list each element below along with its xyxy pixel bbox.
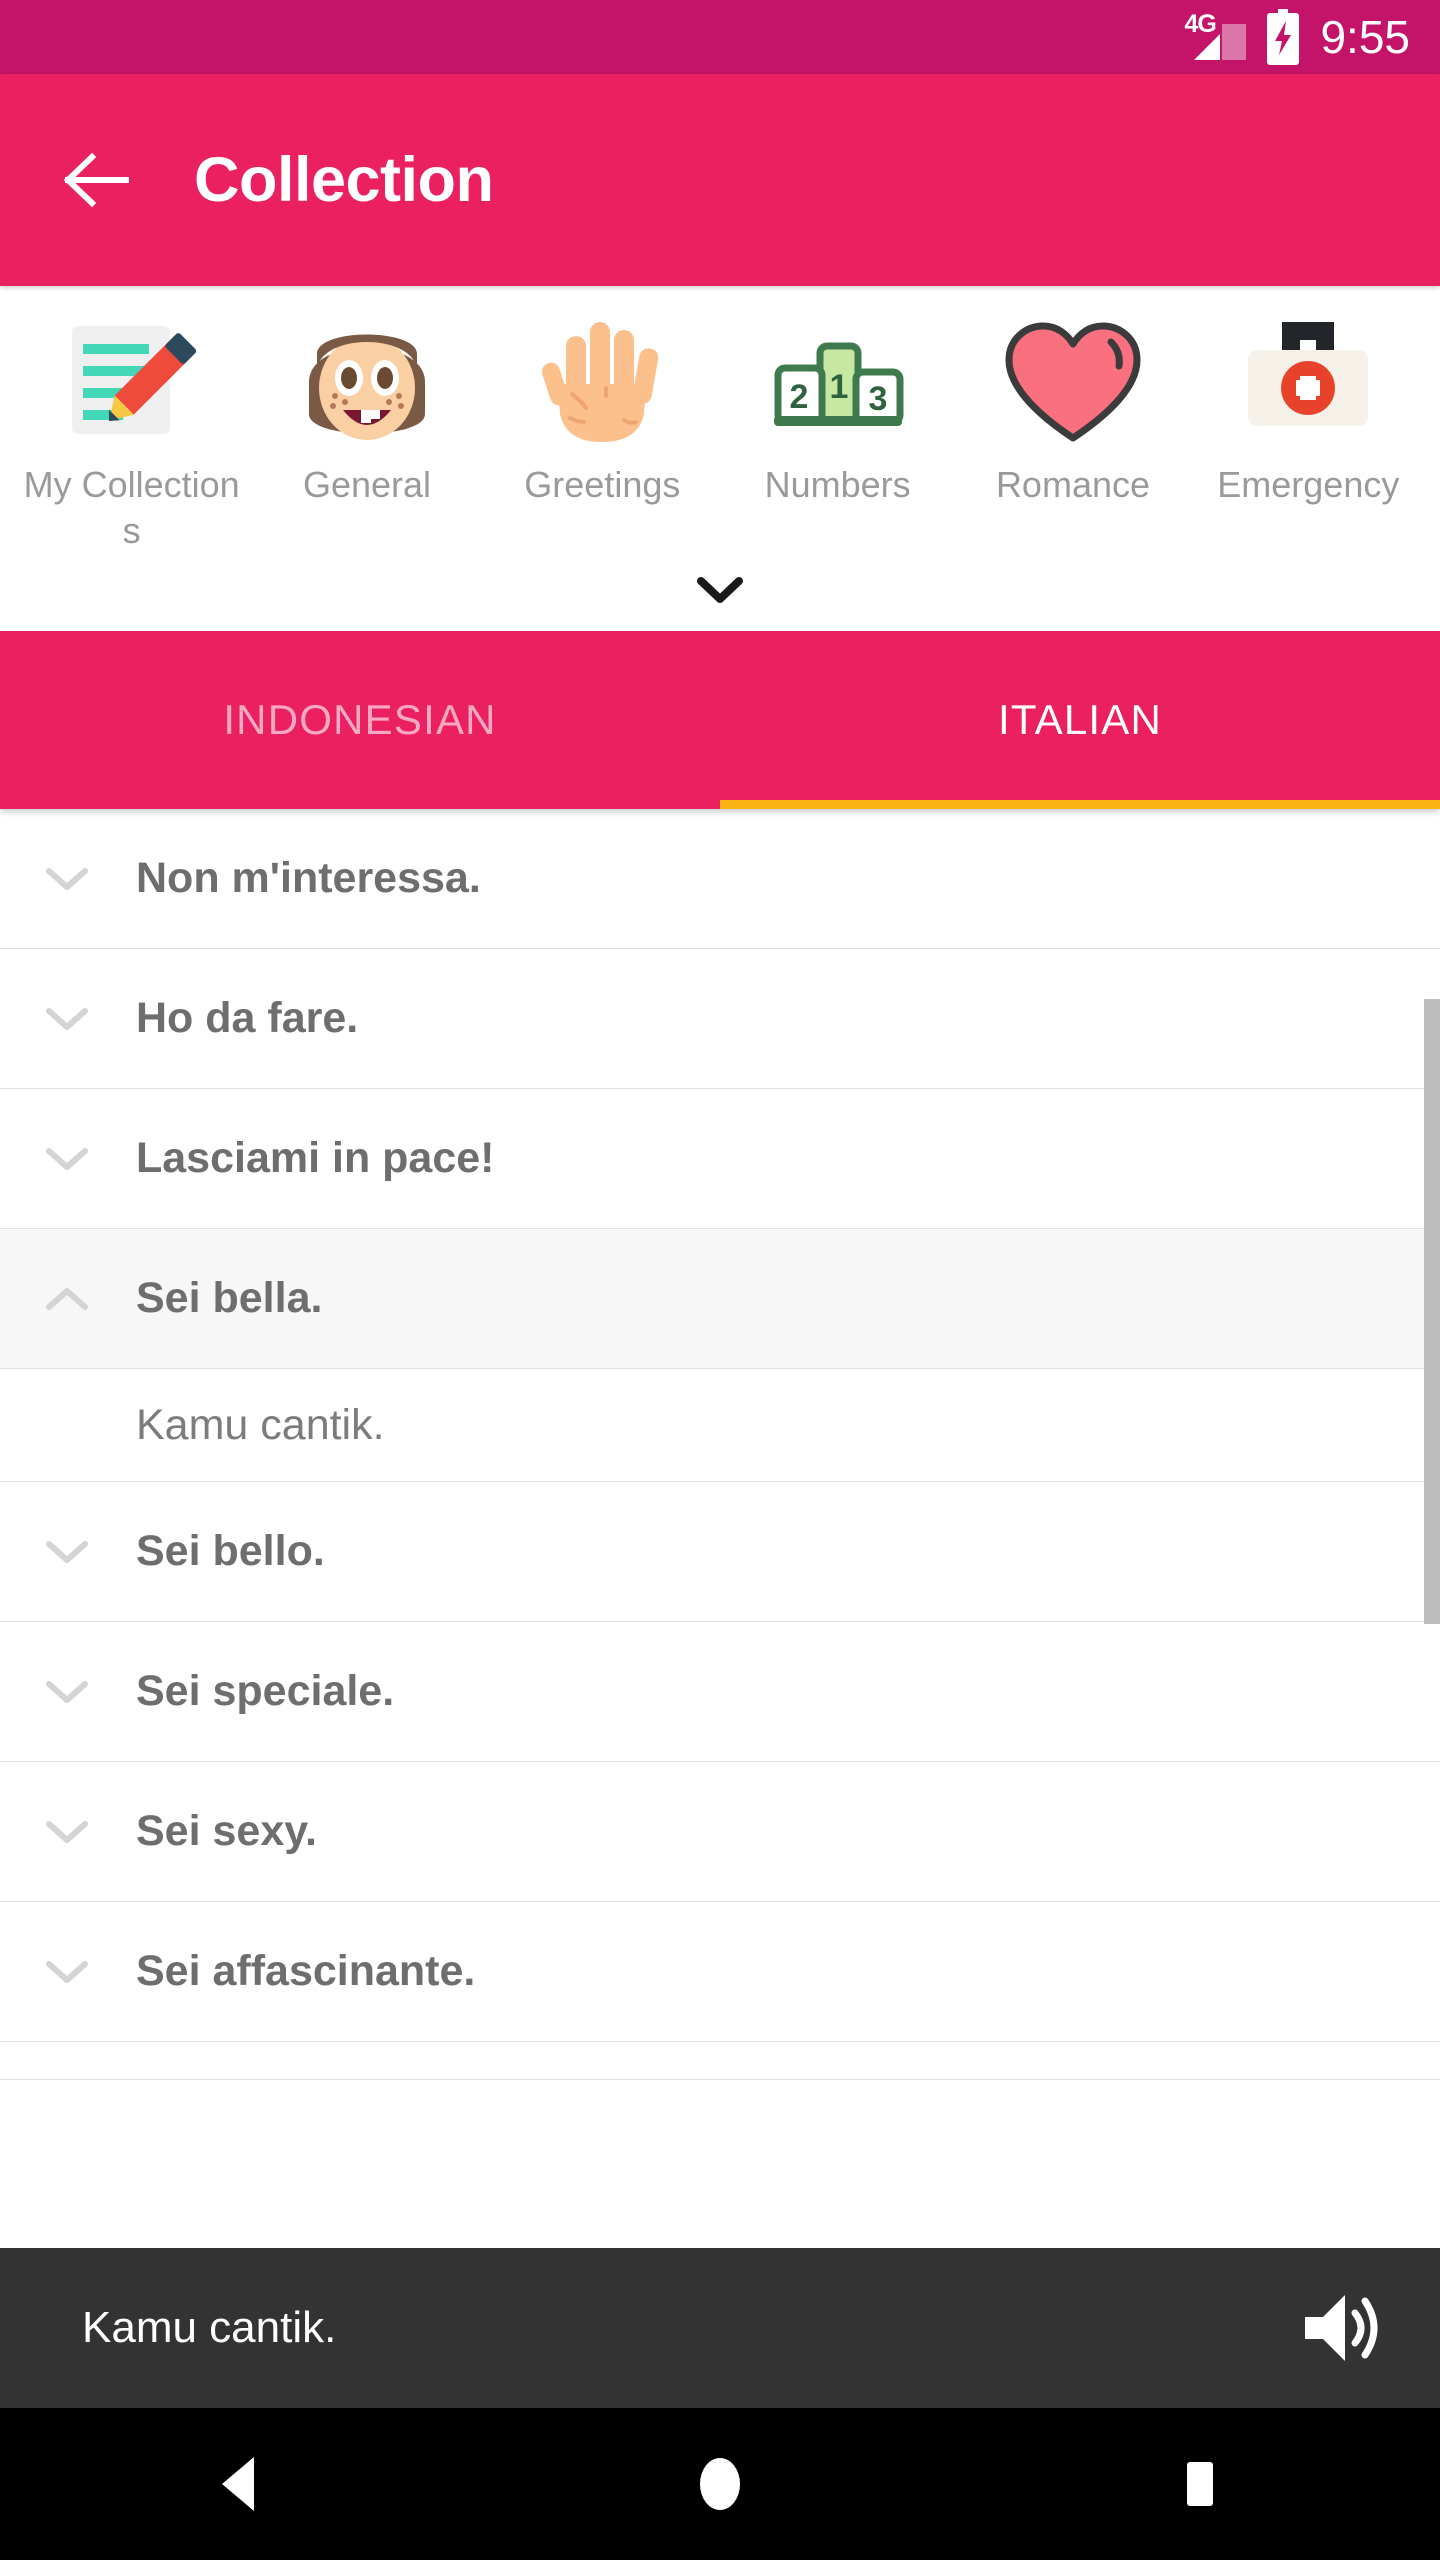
phrase-row-expanded[interactable]: Sei bella.	[0, 1229, 1440, 1370]
phrase-text: Sei bello.	[136, 1527, 325, 1576]
signal-bars-icon: 4G	[1184, 12, 1247, 60]
nav-back-triangle-icon[interactable]	[170, 2429, 310, 2539]
memo-pencil-icon	[58, 310, 206, 458]
first-aid-kit-icon	[1234, 310, 1382, 458]
svg-text:2: 2	[789, 378, 808, 416]
status-bar: 4G 9:55	[0, 0, 1440, 74]
phrase-row[interactable]: Non m'interessa.	[0, 809, 1440, 950]
chevron-up-icon[interactable]	[34, 1266, 100, 1332]
chevron-down-icon[interactable]	[34, 1799, 100, 1865]
phrase-row[interactable]: Sei speciale.	[0, 1622, 1440, 1763]
phrase-list[interactable]: Non m'interessa. Ho da fare. Lasciami in…	[0, 809, 1440, 2248]
phrase-translation-row[interactable]: Kamu cantik.	[0, 1369, 1440, 1483]
chevron-down-icon[interactable]	[34, 986, 100, 1052]
playback-bar: Kamu cantik.	[0, 2248, 1440, 2408]
category-label: Emergency	[1217, 464, 1400, 505]
expand-categories-button[interactable]	[0, 553, 1440, 631]
volume-up-icon[interactable]	[1298, 2283, 1388, 2373]
list-bottom-spacer	[0, 2042, 1440, 2081]
phrase-row[interactable]: Sei bello.	[0, 1482, 1440, 1623]
category-row: My Collections General Greetings 2 1 3 N…	[0, 310, 1440, 553]
android-nav-bar	[0, 2408, 1440, 2560]
girl-face-icon	[293, 310, 441, 458]
phrase-text: Sei sexy.	[136, 1807, 317, 1856]
clock-label: 9:55	[1320, 11, 1410, 63]
tab-label: ITALIAN	[998, 696, 1162, 744]
tab-label: INDONESIAN	[223, 696, 497, 744]
category-item-my-collections[interactable]: My Collections	[14, 310, 249, 553]
nav-recents-square-icon[interactable]	[1130, 2429, 1270, 2539]
vertical-scrollbar-thumb[interactable]	[1424, 999, 1440, 1625]
chevron-down-icon[interactable]	[34, 1126, 100, 1192]
phrase-text: Ho da fare.	[136, 994, 359, 1043]
chevron-down-icon	[697, 576, 743, 609]
phrase-text: Sei affascinante.	[136, 1947, 476, 1996]
category-label: Greetings	[524, 464, 681, 505]
phrase-text: Sei speciale.	[136, 1667, 395, 1716]
category-item-numbers[interactable]: 2 1 3 Numbers	[720, 310, 955, 508]
chevron-down-icon[interactable]	[34, 1659, 100, 1725]
tab-italian[interactable]: ITALIAN	[720, 631, 1440, 809]
chevron-down-icon[interactable]	[34, 1519, 100, 1585]
phrase-text: Sei bella.	[136, 1274, 323, 1323]
page-title: Collection	[194, 145, 494, 215]
category-label: Numbers	[764, 464, 911, 505]
svg-text:1: 1	[829, 368, 848, 406]
battery-charging-icon	[1264, 9, 1302, 65]
app-root: 4G 9:55 Collection My Collections Genera…	[0, 0, 1440, 2560]
phrase-list-inner: Non m'interessa. Ho da fare. Lasciami in…	[0, 809, 1440, 2081]
svg-text:3: 3	[868, 380, 887, 418]
phrase-row[interactable]: Sei affascinante.	[0, 1902, 1440, 2043]
translation-text: Kamu cantik.	[136, 1400, 385, 1449]
phrase-row[interactable]: Sei sexy.	[0, 1762, 1440, 1903]
category-label: My Collections	[23, 464, 240, 551]
phrase-row[interactable]: Lasciami in pace!	[0, 1089, 1440, 1230]
category-strip: My Collections General Greetings 2 1 3 N…	[0, 286, 1440, 632]
category-item-romance[interactable]: Romance	[955, 310, 1190, 508]
tab-indonesian[interactable]: INDONESIAN	[0, 631, 720, 809]
category-label: General	[302, 464, 432, 505]
category-label: Romance	[995, 464, 1151, 505]
phrase-row[interactable]: Ho da fare.	[0, 949, 1440, 1090]
chevron-down-icon[interactable]	[34, 1939, 100, 2005]
app-bar: Collection	[0, 74, 1440, 286]
phrase-text: Non m'interessa.	[136, 854, 481, 903]
tab-active-indicator	[720, 800, 1440, 810]
language-tab-bar: INDONESIAN ITALIAN	[0, 631, 1440, 810]
heart-icon	[999, 310, 1147, 458]
chevron-down-icon[interactable]	[34, 846, 100, 912]
category-item-general[interactable]: General	[249, 310, 484, 508]
open-hand-icon	[528, 310, 676, 458]
category-item-greetings[interactable]: Greetings	[485, 310, 720, 508]
phrase-text: Lasciami in pace!	[136, 1134, 495, 1183]
nav-home-circle-icon[interactable]	[650, 2429, 790, 2539]
playback-phrase-text: Kamu cantik.	[82, 2303, 337, 2352]
back-arrow-icon[interactable]	[62, 145, 132, 215]
podium-icon: 2 1 3	[764, 310, 912, 458]
category-item-emergency[interactable]: Emergency	[1191, 310, 1426, 508]
